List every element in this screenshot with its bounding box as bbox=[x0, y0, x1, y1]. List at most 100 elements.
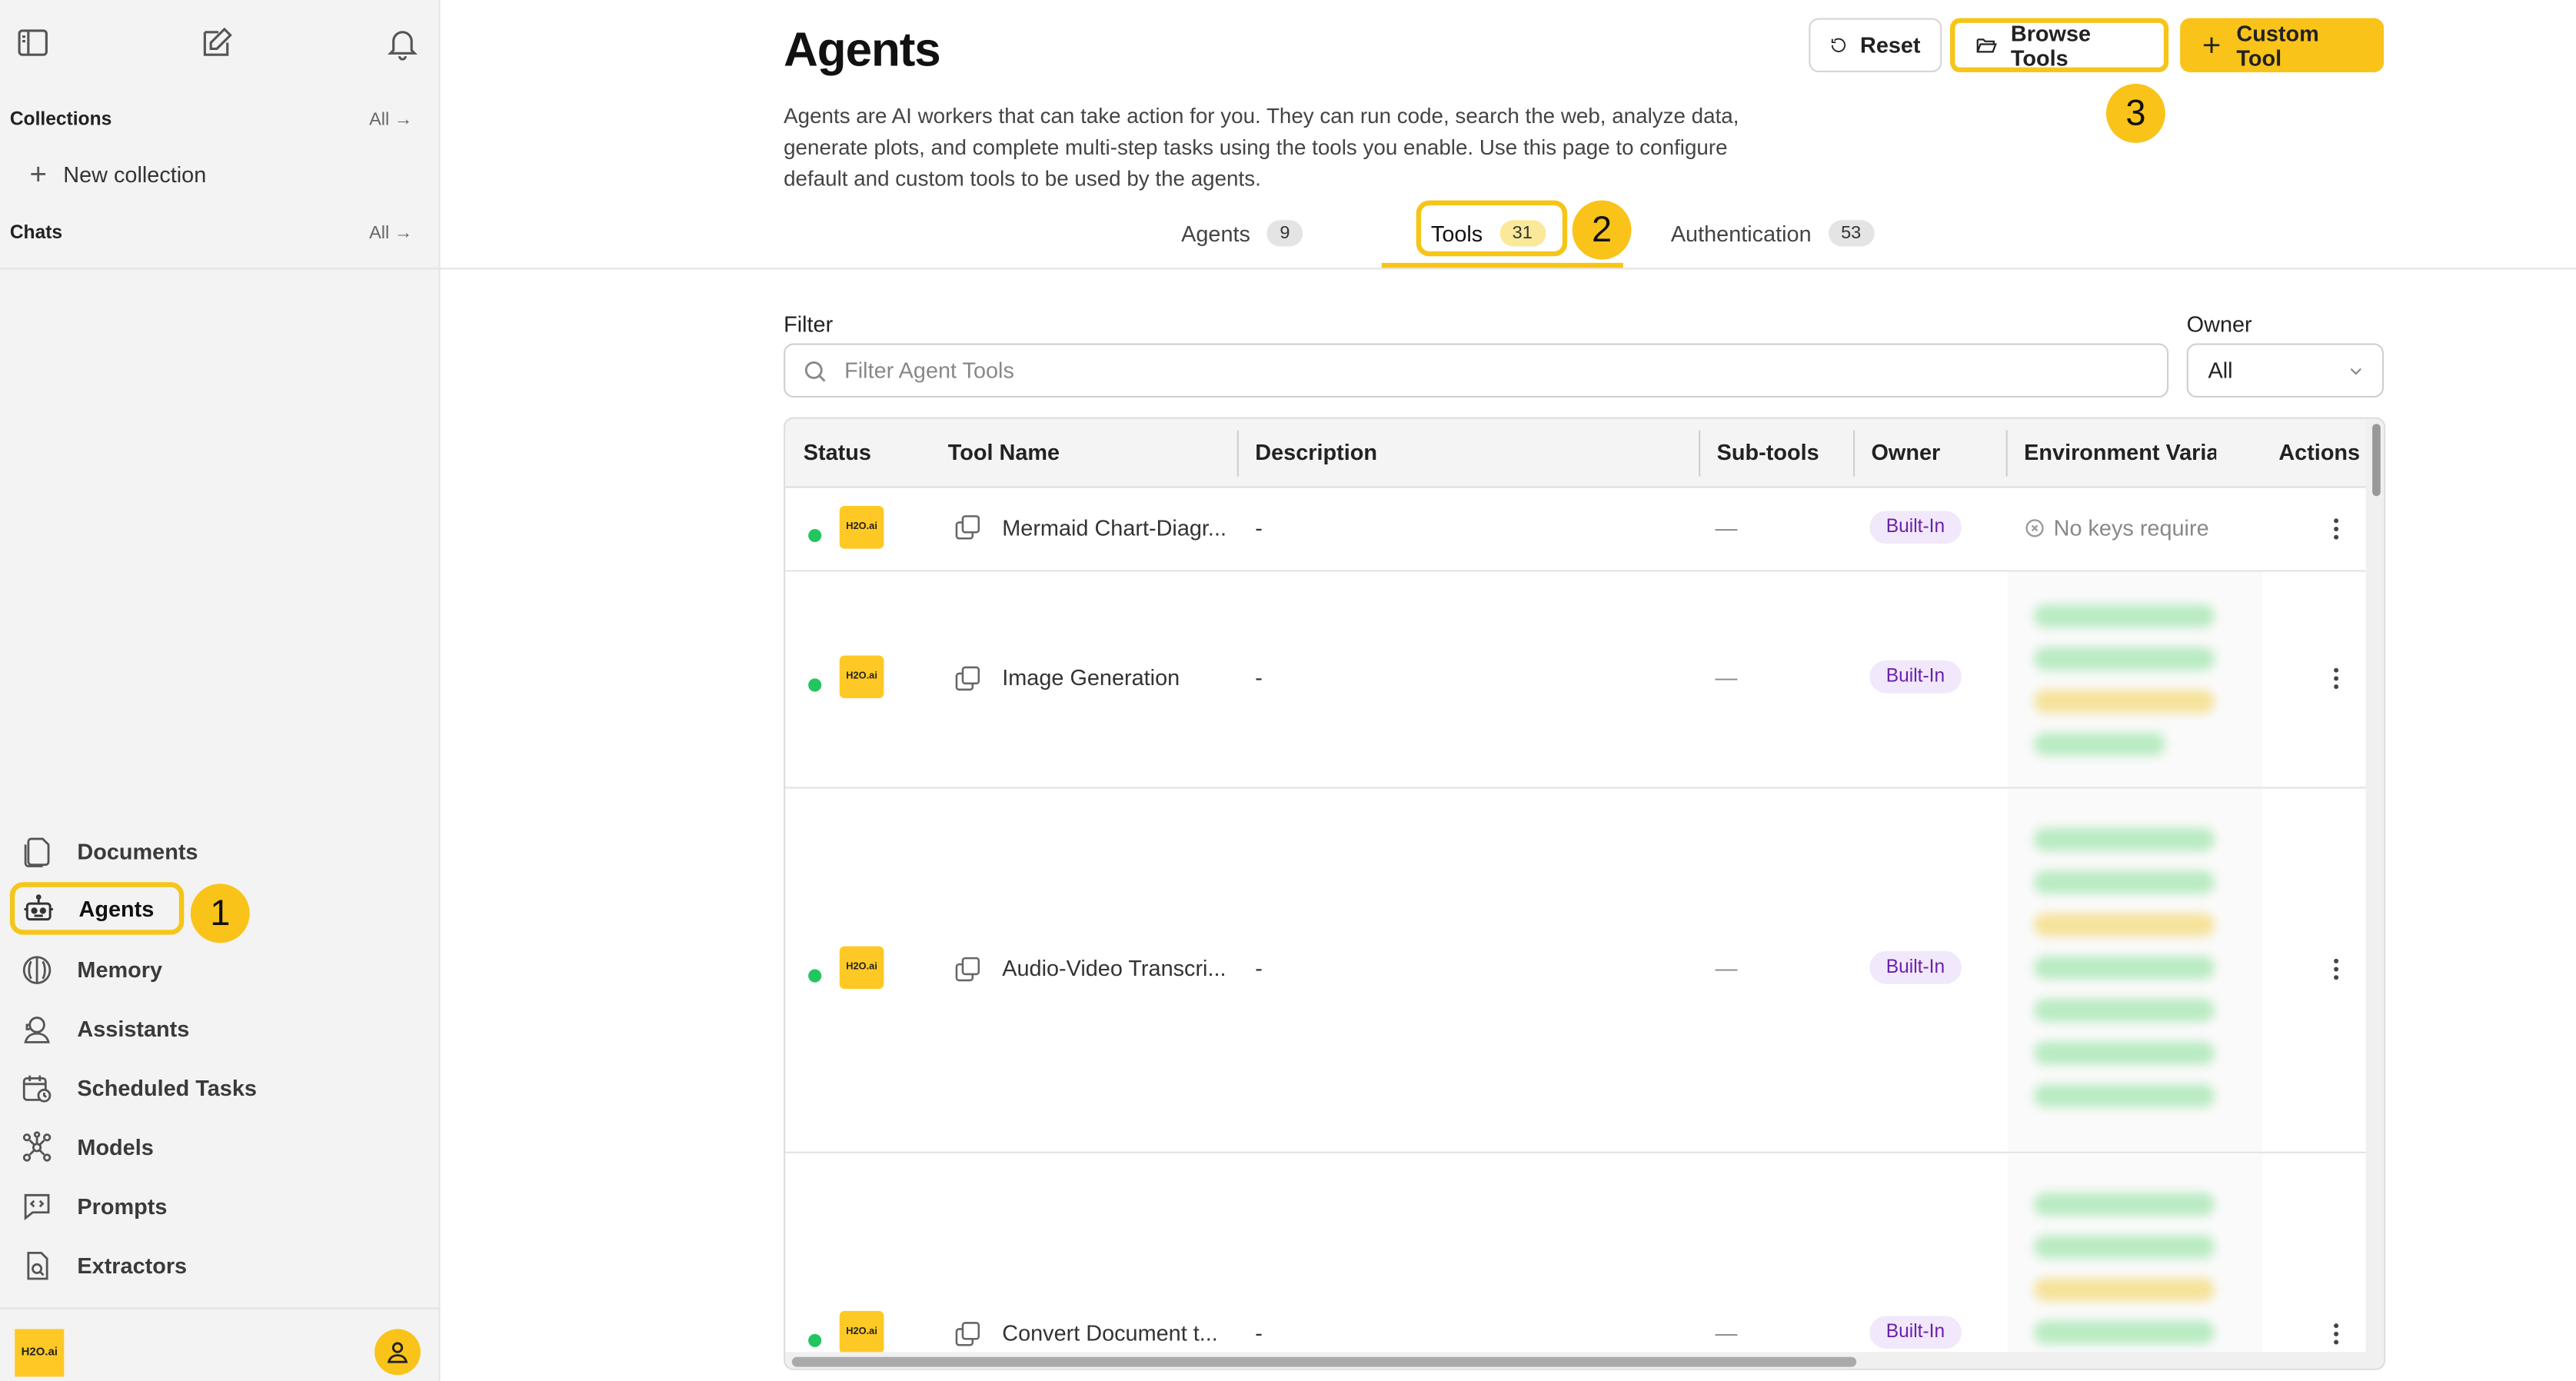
notifications-bell-icon[interactable] bbox=[384, 25, 421, 61]
column-status[interactable]: Status bbox=[804, 441, 871, 465]
more-options-icon[interactable] bbox=[2326, 516, 2346, 542]
env-key-pill bbox=[2033, 998, 2215, 1022]
tool-logo: H2O.ai bbox=[839, 506, 884, 549]
vertical-scrollbar[interactable] bbox=[2365, 418, 2385, 1369]
more-options-icon[interactable] bbox=[2326, 956, 2346, 982]
custom-tool-button[interactable]: Custom Tool bbox=[2180, 18, 2385, 73]
table-header: Status Tool Name Description Sub-tools O… bbox=[785, 418, 2385, 488]
active-tab-indicator bbox=[1381, 262, 1623, 268]
env-key-pill bbox=[2033, 913, 2215, 937]
sidebar-footer: H2O.ai bbox=[0, 1307, 441, 1381]
copy-icon[interactable] bbox=[953, 1319, 982, 1349]
column-divider[interactable] bbox=[1852, 430, 1855, 477]
tab-agents[interactable]: Agents 9 bbox=[1181, 220, 1303, 247]
nav-assistants[interactable]: Assistants bbox=[16, 1002, 427, 1054]
nav-scheduled-tasks-label: Scheduled Tasks bbox=[77, 1075, 257, 1100]
tool-name[interactable]: Mermaid Chart-Diagr... bbox=[1002, 516, 1226, 541]
more-options-icon[interactable] bbox=[2326, 665, 2346, 691]
status-dot-active bbox=[808, 528, 822, 543]
more-options-icon[interactable] bbox=[2326, 1321, 2346, 1347]
owner-badge: Built-In bbox=[1869, 660, 1962, 694]
column-description[interactable]: Description bbox=[1255, 441, 1377, 465]
tool-name[interactable]: Audio-Video Transcri... bbox=[1002, 956, 1226, 980]
tool-logo: H2O.ai bbox=[839, 655, 884, 699]
page-description: Agents are AI workers that can take acti… bbox=[784, 103, 1739, 191]
filter-input[interactable] bbox=[844, 358, 2126, 383]
tools-table: Status Tool Name Description Sub-tools O… bbox=[784, 417, 2386, 1370]
column-divider[interactable] bbox=[1236, 430, 1239, 477]
nav-models[interactable]: Models bbox=[16, 1120, 427, 1173]
column-owner[interactable]: Owner bbox=[1871, 441, 1940, 465]
nav-memory[interactable]: Memory bbox=[16, 943, 427, 995]
x-circle-icon bbox=[2025, 519, 2044, 537]
filter-field[interactable] bbox=[784, 343, 2169, 398]
nav-extractors[interactable]: Extractors bbox=[16, 1239, 427, 1291]
new-chat-icon[interactable] bbox=[199, 25, 235, 61]
copy-icon[interactable] bbox=[953, 513, 982, 542]
copy-icon[interactable] bbox=[953, 664, 982, 693]
tab-authentication[interactable]: Authentication 53 bbox=[1671, 220, 1875, 247]
table-row[interactable]: H2O.ai Mermaid Chart-Diagr... - — Built-… bbox=[785, 488, 2368, 572]
table-row[interactable]: H2O.ai Convert Document t... - — Built-I… bbox=[785, 1153, 2367, 1359]
column-divider[interactable] bbox=[1699, 430, 1701, 477]
reset-button[interactable]: Reset bbox=[1809, 18, 1942, 73]
documents-icon bbox=[24, 837, 50, 867]
custom-tool-label: Custom Tool bbox=[2236, 20, 2319, 70]
chevron-down-icon bbox=[2350, 367, 2361, 374]
table-row[interactable]: H2O.ai Image Generation - — Built-In bbox=[785, 571, 2368, 789]
nav-documents[interactable]: Documents bbox=[16, 825, 427, 877]
nav-extractors-label: Extractors bbox=[77, 1253, 188, 1278]
column-environment-variables[interactable]: Environment Varia bbox=[2024, 441, 2216, 465]
nav-documents-label: Documents bbox=[77, 838, 198, 864]
assistant-icon bbox=[24, 1016, 50, 1043]
h2o-logo: H2O.ai bbox=[15, 1329, 65, 1377]
tab-tools[interactable]: Tools 31 bbox=[1430, 220, 1546, 247]
table-row[interactable]: H2O.ai Audio-Video Transcri... - — Built… bbox=[785, 788, 2368, 1153]
reset-label: Reset bbox=[1859, 32, 1921, 58]
nav-prompts[interactable]: Prompts bbox=[16, 1180, 427, 1232]
env-key-pill bbox=[2033, 732, 2165, 756]
env-key-pill bbox=[2033, 647, 2215, 671]
network-icon bbox=[22, 1130, 52, 1161]
tool-description: - bbox=[1255, 515, 1263, 541]
column-actions[interactable]: Actions bbox=[2278, 441, 2360, 465]
owner-label: Owner bbox=[2186, 311, 2252, 337]
tool-subtools: — bbox=[1715, 1320, 1738, 1346]
reset-icon bbox=[1831, 38, 1846, 52]
vertical-scrollbar-thumb[interactable] bbox=[2372, 424, 2381, 497]
browse-tools-button[interactable]: Browse Tools bbox=[1950, 18, 2169, 73]
tool-name[interactable]: Image Generation bbox=[1002, 665, 1180, 690]
filter-label: Filter bbox=[784, 311, 834, 337]
tab-agents-count: 9 bbox=[1266, 220, 1303, 247]
collections-title: Collections bbox=[9, 110, 112, 130]
status-dot-active bbox=[808, 1333, 822, 1347]
copy-icon[interactable] bbox=[953, 954, 982, 983]
env-key-pill bbox=[2033, 1041, 2215, 1065]
avatar[interactable] bbox=[374, 1329, 421, 1376]
horizontal-scrollbar[interactable] bbox=[785, 1352, 2368, 1369]
owner-select-value: All bbox=[2208, 358, 2233, 383]
owner-select[interactable]: All bbox=[2186, 343, 2385, 398]
column-sub-tools[interactable]: Sub-tools bbox=[1717, 441, 1819, 465]
env-key-pill bbox=[2033, 1193, 2215, 1216]
env-key-pill bbox=[2033, 1235, 2215, 1259]
nav-models-label: Models bbox=[77, 1134, 154, 1160]
column-tool-name[interactable]: Tool Name bbox=[948, 441, 1060, 465]
nav-scheduled-tasks[interactable]: Scheduled Tasks bbox=[16, 1061, 427, 1113]
tool-name[interactable]: Convert Document t... bbox=[1002, 1321, 1218, 1346]
nav-prompts-label: Prompts bbox=[77, 1193, 168, 1219]
tab-tools-label: Tools bbox=[1430, 221, 1483, 246]
horizontal-scrollbar-thumb[interactable] bbox=[791, 1356, 1857, 1367]
sidebar-toggle-icon[interactable] bbox=[15, 25, 51, 61]
env-key-pill bbox=[2033, 827, 2215, 851]
env-vars-redacted bbox=[2007, 1153, 2262, 1353]
env-key-pill bbox=[2033, 1084, 2215, 1108]
collections-all-link[interactable]: All → bbox=[369, 110, 412, 130]
column-divider[interactable] bbox=[2005, 430, 2008, 477]
page-title: Agents bbox=[784, 25, 941, 78]
status-dot-active bbox=[808, 678, 822, 692]
nav-agents[interactable]: Agents bbox=[9, 882, 185, 935]
new-collection-button[interactable]: + New collection bbox=[29, 159, 206, 188]
user-icon bbox=[387, 1342, 408, 1363]
browse-tools-label: Browse Tools bbox=[2010, 20, 2092, 70]
